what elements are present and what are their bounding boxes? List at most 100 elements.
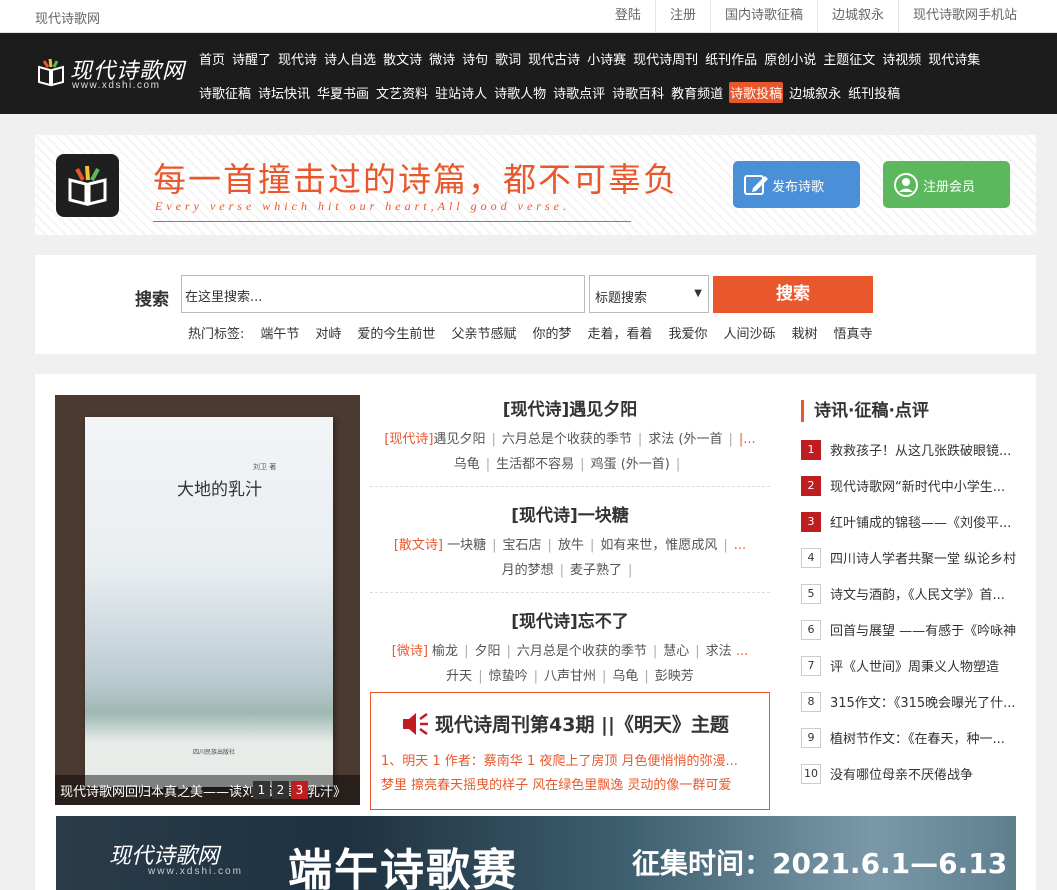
- news-item[interactable]: 5 诗文与酒韵，《人民文学》首...: [801, 581, 1036, 617]
- article-link[interactable]: 求法: [706, 644, 732, 659]
- news-item[interactable]: 8 315作文：《315晚会曝光了什...: [801, 689, 1036, 725]
- article-link[interactable]: 升天: [446, 669, 472, 684]
- news-item[interactable]: 2 现代诗歌网“新时代中小学生...: [801, 473, 1036, 509]
- nav-item[interactable]: 小诗赛: [586, 48, 627, 69]
- news-title[interactable]: 四川诗人学者共聚一堂 纵论乡村: [830, 548, 1033, 567]
- weekly-title[interactable]: 现代诗周刊第43期 ||《明天》主题: [435, 710, 729, 737]
- article-link[interactable]: 一块糖: [447, 538, 486, 553]
- article-title[interactable]: [现代诗]遇见夕阳: [370, 395, 770, 420]
- article-link[interactable]: 六月总是个收获的季节: [517, 644, 647, 659]
- domestic-call-link[interactable]: 国内诗歌征稿: [709, 0, 817, 33]
- nav-item[interactable]: 纸刊投稿: [847, 82, 901, 103]
- article-category[interactable]: [现代诗]: [384, 432, 433, 447]
- nav-item-active[interactable]: 诗歌投稿: [729, 82, 784, 103]
- article-link[interactable]: 求法 (外一首: [648, 432, 722, 447]
- nav-item[interactable]: 微诗: [428, 48, 456, 69]
- hot-tag[interactable]: 走着，看着: [587, 323, 652, 342]
- article-link[interactable]: 六月总是个收获的季节: [502, 432, 632, 447]
- nav-item[interactable]: 诗醒了: [231, 48, 272, 69]
- nav-item[interactable]: 诗句: [461, 48, 489, 69]
- article-category[interactable]: [微诗]: [392, 644, 428, 659]
- news-item[interactable]: 9 植树节作文：《在春天，种一...: [801, 725, 1036, 761]
- nav-item[interactable]: 现代诗: [277, 48, 318, 69]
- article-link[interactable]: 乌龟: [454, 457, 480, 472]
- slide-page-button[interactable]: 2: [272, 781, 289, 799]
- site-name-link[interactable]: 现代诗歌网: [35, 8, 100, 27]
- nav-item[interactable]: 纸刊作品: [704, 48, 758, 69]
- slide-page-button[interactable]: 1: [253, 781, 270, 799]
- nav-item[interactable]: 散文诗: [382, 48, 423, 69]
- article-link[interactable]: 乌龟: [612, 669, 638, 684]
- news-title[interactable]: 回首与展望 ——有感于《吟咏神: [830, 620, 1033, 639]
- news-item[interactable]: 3 红叶铺成的锦毯——《刘俊平...: [801, 509, 1036, 545]
- article-category[interactable]: [散文诗]: [394, 538, 443, 553]
- article-link[interactable]: 榆龙: [432, 644, 458, 659]
- article-link[interactable]: 惊蛰吟: [489, 669, 528, 684]
- nav-item[interactable]: 华夏书画: [316, 82, 370, 103]
- search-type-select[interactable]: 标题搜索 ▼: [589, 275, 709, 313]
- news-title[interactable]: 评《人世间》周秉义人物塑造: [830, 656, 1033, 675]
- nav-item[interactable]: 诗歌人物: [493, 82, 547, 103]
- site-logo[interactable]: 现代诗歌网 www.xdshi.com: [36, 53, 186, 97]
- hot-tag[interactable]: 爱的今生前世: [357, 323, 435, 342]
- nav-item[interactable]: 诗歌点评: [552, 82, 606, 103]
- nav-item[interactable]: 诗人自选: [323, 48, 377, 69]
- article-link[interactable]: 遇见夕阳: [433, 432, 485, 447]
- article-link[interactable]: 月的梦想: [502, 563, 554, 578]
- article-link[interactable]: 如有来世，惟愿成风: [600, 538, 717, 553]
- news-item[interactable]: 6 回首与展望 ——有感于《吟咏神: [801, 617, 1036, 653]
- article-link[interactable]: 鸡蛋 (外一首): [591, 457, 670, 472]
- hot-tag[interactable]: 悟真寺: [834, 323, 873, 342]
- news-title[interactable]: 红叶铺成的锦毯——《刘俊平...: [830, 512, 1033, 531]
- slide-page-button-active[interactable]: 3: [291, 781, 308, 799]
- more-link[interactable]: ...: [734, 538, 746, 553]
- article-link[interactable]: 慧心: [663, 644, 689, 659]
- more-link[interactable]: |...: [739, 432, 756, 447]
- register-member-button[interactable]: 注册会员: [883, 161, 1010, 208]
- search-input[interactable]: 在这里搜索...: [181, 275, 585, 313]
- nav-item[interactable]: 诗歌百科: [611, 82, 665, 103]
- nav-item[interactable]: 边城叙永: [788, 82, 842, 103]
- news-item[interactable]: 10 没有哪位母亲不厌倦战争: [801, 761, 1036, 797]
- nav-item[interactable]: 原创小说: [763, 48, 817, 69]
- nav-item[interactable]: 驻站诗人: [434, 82, 488, 103]
- news-title[interactable]: 植树节作文：《在春天，种一...: [830, 728, 1033, 747]
- nav-item[interactable]: 诗歌征稿: [198, 82, 252, 103]
- contest-ad-banner[interactable]: 现代诗歌网 www.xdshi.com 端午诗歌赛 征集时间：2021.6.1—…: [56, 816, 1016, 890]
- nav-item[interactable]: 诗视频: [881, 48, 922, 69]
- hot-tag[interactable]: 我爱你: [668, 323, 707, 342]
- biancheng-link[interactable]: 边城叙永: [816, 0, 898, 33]
- nav-item[interactable]: 歌词: [494, 48, 522, 69]
- article-link[interactable]: 放牛: [558, 538, 584, 553]
- news-item[interactable]: 7 评《人世间》周秉义人物塑造: [801, 653, 1036, 689]
- hot-tag[interactable]: 父亲节感赋: [451, 323, 516, 342]
- more-link[interactable]: ...: [736, 644, 748, 659]
- hot-tag[interactable]: 你的梦: [532, 323, 571, 342]
- nav-item[interactable]: 主题征文: [822, 48, 876, 69]
- register-link[interactable]: 注册: [654, 0, 710, 33]
- news-title[interactable]: 救救孩子！从这几张跌破眼镜...: [830, 440, 1033, 459]
- weekly-feature[interactable]: 现代诗周刊第43期 ||《明天》主题 1、明天 1 作者：蔡南华 1 夜爬上了房…: [370, 692, 770, 810]
- article-link[interactable]: 生活都不容易: [496, 457, 574, 472]
- nav-item[interactable]: 现代诗集: [927, 48, 981, 69]
- article-title[interactable]: [现代诗]一块糖: [370, 501, 770, 526]
- nav-item[interactable]: 首页: [198, 48, 226, 69]
- news-item[interactable]: 4 四川诗人学者共聚一堂 纵论乡村: [801, 545, 1036, 581]
- nav-item[interactable]: 现代古诗: [527, 48, 581, 69]
- hot-tag[interactable]: 对峙: [315, 323, 341, 342]
- news-title[interactable]: 315作文：《315晚会曝光了什...: [830, 692, 1033, 711]
- article-link[interactable]: 彭映芳: [655, 669, 694, 684]
- login-link[interactable]: 登陆: [601, 0, 655, 33]
- nav-item[interactable]: 文艺资料: [375, 82, 429, 103]
- featured-slideshow[interactable]: 刘卫 著 大地的乳汁 四川民族出版社 现代诗歌网回归本真之美——读刘卫诗集《乳汁…: [55, 395, 360, 805]
- publish-poem-button[interactable]: 发布诗歌: [733, 161, 860, 208]
- article-link[interactable]: 麦子熟了: [570, 563, 622, 578]
- news-title[interactable]: 现代诗歌网“新时代中小学生...: [830, 476, 1033, 495]
- hot-tag[interactable]: 人间沙砾: [724, 323, 776, 342]
- article-link[interactable]: 夕阳: [474, 644, 500, 659]
- article-title[interactable]: [现代诗]忘不了: [370, 607, 770, 632]
- mobile-site-link[interactable]: 现代诗歌网手机站: [897, 0, 1031, 33]
- news-title[interactable]: 诗文与酒韵，《人民文学》首...: [830, 584, 1033, 603]
- slide-caption[interactable]: 现代诗歌网回归本真之美——读刘卫诗集《乳汁》: [55, 775, 360, 805]
- article-link[interactable]: 八声甘州: [544, 669, 596, 684]
